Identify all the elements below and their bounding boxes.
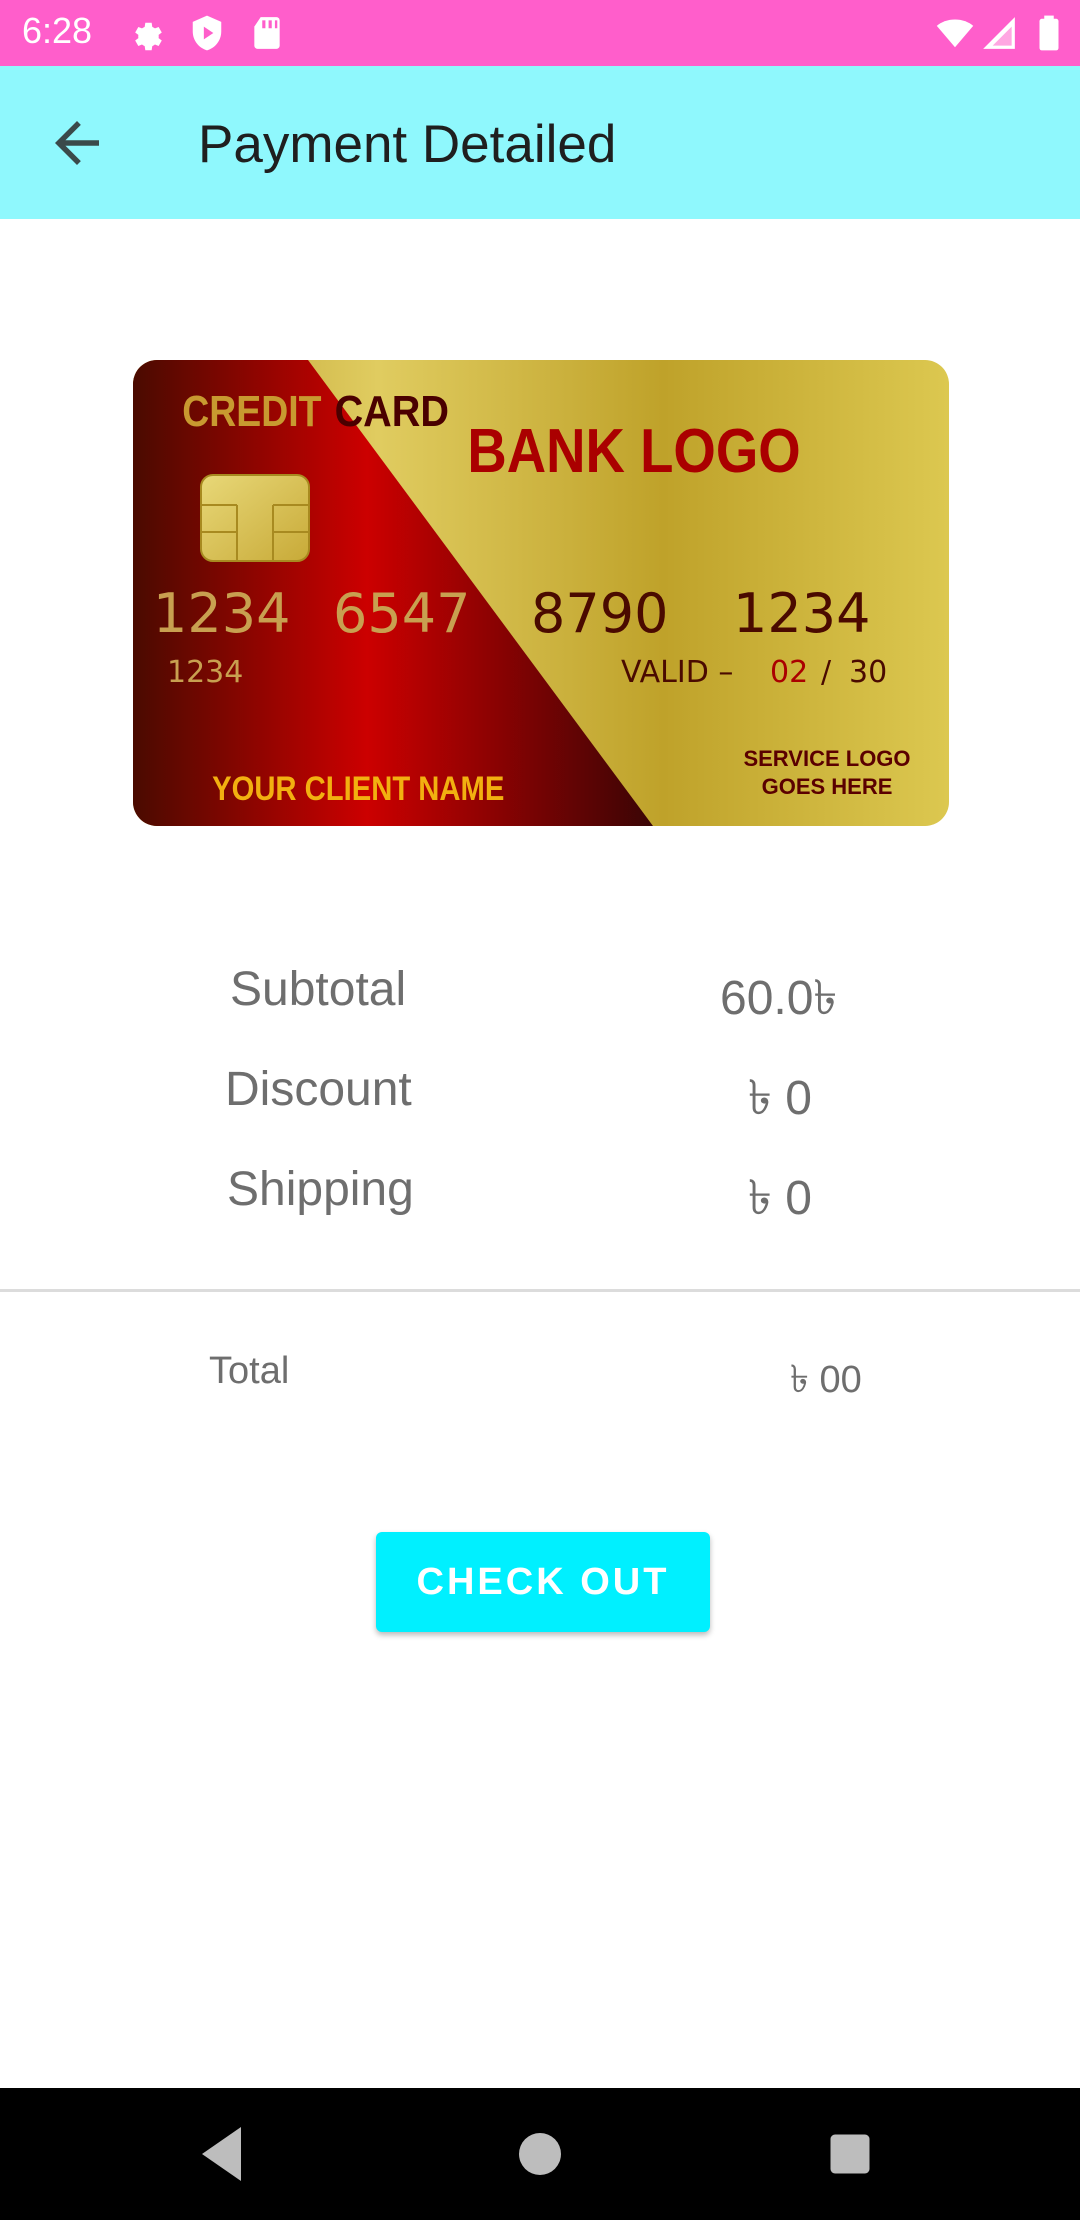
subtotal-label: Subtotal [230,963,407,1016]
card-card-label: CARD [335,386,449,435]
discount-label: Discount [225,1063,412,1116]
card-valid-sep: / [821,655,832,690]
card-small-number: 1234 [167,655,243,690]
sd-card-icon [254,17,280,49]
gear-icon [135,22,162,51]
card-valid-label: VALID – [621,655,733,690]
card-number-3: 8790 [531,582,668,645]
shipping-value: ৳ 0 [748,1172,812,1225]
checkout-button[interactable]: CHECK OUT [376,1532,710,1632]
card-valid-month: 02 [770,655,808,690]
navigation-bar [0,2088,1080,2220]
card-service-logo-2: GOES HERE [762,774,893,799]
card-client-name: YOUR CLIENT NAME [212,769,504,808]
page-title: Payment Detailed [198,115,617,174]
subtotal-value: 60.0৳ [720,972,838,1025]
battery-icon [1039,15,1059,51]
card-number-4: 1234 [733,582,870,645]
card-number-2: 6547 [333,582,470,645]
home-circle-icon[interactable] [504,2118,576,2190]
card-bank-logo: BANK LOGO [467,417,800,486]
shipping-label: Shipping [227,1163,414,1216]
discount-value: ৳ 0 [748,1072,812,1125]
credit-card-image: CREDIT CARD BANK LOGO 1234 6547 8790 123… [133,360,949,826]
card-service-logo-1: SERVICE LOGO [743,746,910,771]
status-time: 6:28 [22,10,93,51]
arrow-left-icon[interactable] [44,110,110,176]
signal-icon [983,17,1015,49]
back-triangle-icon[interactable] [190,2118,262,2190]
card-credit-label: CREDIT [182,386,321,436]
status-bar: 6:28 [0,0,1080,66]
divider [0,1289,1080,1292]
total-label: Total [209,1350,290,1392]
card-chip [200,474,310,562]
card-number-1: 1234 [153,582,290,645]
app-bar: Payment Detailed [0,66,1080,219]
shield-play-icon [192,15,222,51]
total-value: ৳ 00 [790,1359,862,1401]
wifi-icon [936,19,974,48]
card-valid-year: 30 [849,655,887,690]
recents-square-icon[interactable] [814,2118,886,2190]
